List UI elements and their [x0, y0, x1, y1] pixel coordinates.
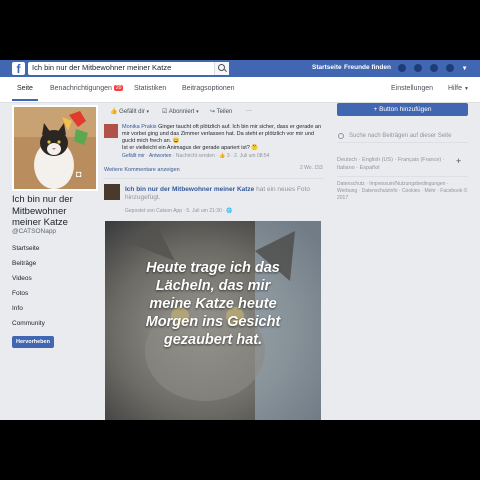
- page-left-nav: Startseite Beiträge Videos Fotos Info Co…: [12, 245, 45, 335]
- page-handle[interactable]: @CATSONapp: [12, 228, 56, 235]
- caption-line: gezaubert hat.: [163, 332, 263, 348]
- comment-reply-count: 153: [314, 165, 323, 171]
- thinking-emoji-icon: 🤔: [251, 145, 259, 151]
- caption-line: Morgen ins Gesicht: [145, 314, 281, 330]
- share-button[interactable]: ↪ Teilen: [210, 108, 232, 115]
- footer-links[interactable]: Datenschutz · Impressum/Nutzungsbedingun…: [337, 181, 468, 202]
- caption-line: Lächeln, das mir: [155, 278, 271, 294]
- search-posts-input[interactable]: Suche nach Beiträgen auf dieser Seite: [337, 130, 468, 143]
- camera-icon[interactable]: ◘: [76, 169, 81, 179]
- tab-notifications-label: Benachrichtigungen: [50, 85, 112, 92]
- image-caption: Heute trage ich das Lächeln, das mir mei…: [105, 259, 321, 349]
- subscribed-label: Abonniert: [168, 109, 195, 115]
- search-input[interactable]: Ich bin nur der Mitbewohner meiner Katze: [28, 62, 228, 75]
- left-nav-photos[interactable]: Fotos: [12, 290, 45, 305]
- divider: [337, 176, 468, 177]
- comment-date[interactable]: 2. Juli um 08:54: [234, 153, 269, 159]
- comment-like-link[interactable]: Gefällt mir: [122, 153, 145, 159]
- like-thumb-icon: 👍: [110, 109, 118, 115]
- profile-picture[interactable]: ◘: [12, 105, 98, 191]
- subscribed-button[interactable]: ☑ Abonniert ▾: [162, 108, 199, 115]
- nav-find-friends[interactable]: Freunde finden: [344, 64, 391, 71]
- comment-line-2: Ist er vielleicht ein Animagus der gerad…: [122, 145, 250, 151]
- post-title: Ich bin nur der Mitbewohner meiner Katze…: [125, 186, 323, 202]
- liked-label: Gefällt dir: [119, 109, 145, 115]
- nav-home[interactable]: Startseite: [312, 64, 342, 71]
- caption-line: Heute trage ich das: [146, 260, 280, 276]
- active-tab-indicator: [12, 99, 38, 101]
- comment-meta: Gefällt mir · Antworten · Nachricht send…: [122, 153, 270, 159]
- help-icon[interactable]: [446, 64, 454, 72]
- more-options-icon[interactable]: ···: [246, 108, 252, 114]
- facebook-logo-icon[interactable]: f: [12, 62, 25, 76]
- left-nav-community[interactable]: Community: [12, 320, 45, 335]
- page-title: Ich bin nur der Mitbewohner meiner Katze: [12, 194, 73, 228]
- caption-line: meine Katze heute: [149, 296, 277, 312]
- reaction-icon: 👍: [219, 153, 226, 159]
- tab-help[interactable]: Hilfe ▼: [448, 85, 469, 92]
- language-links[interactable]: Deutsch · English (US) · Français (Franc…: [337, 156, 455, 172]
- page-avatar[interactable]: [104, 184, 120, 200]
- comment-reply-link[interactable]: Antworten: [149, 153, 172, 159]
- post-photo[interactable]: Heute trage ich das Lächeln, das mir mei…: [105, 221, 321, 420]
- more-comments-link[interactable]: Weitere Kommentare anzeigen: [104, 167, 180, 173]
- laugh-emoji-icon: 😄: [172, 138, 180, 144]
- globe-icon: 🌐: [226, 208, 233, 214]
- account-menu-icon[interactable]: ▾: [463, 64, 466, 72]
- comment: Monika Prakis Ginger taucht oft plötzlic…: [104, 124, 324, 171]
- notifications-badge: 20: [113, 85, 124, 92]
- tab-post-options[interactable]: Beitragsoptionen: [182, 85, 235, 92]
- share-icon: ↪: [210, 109, 216, 115]
- comment-age-value: 2 Wo.: [300, 165, 313, 171]
- search-button[interactable]: [214, 62, 229, 75]
- send-message-link[interactable]: Nachricht senden: [176, 153, 215, 159]
- top-bar: f Ich bin nur der Mitbewohner meiner Kat…: [0, 60, 480, 77]
- messages-icon[interactable]: [414, 64, 422, 72]
- tab-page[interactable]: Seite: [17, 85, 33, 92]
- page-tab-bar: Seite Benachrichtigungen 20 Statistiken B…: [0, 77, 480, 103]
- add-language-icon[interactable]: +: [456, 156, 461, 166]
- comment-text: Monika Prakis Ginger taucht oft plötzlic…: [122, 124, 322, 152]
- promote-button[interactable]: Hervorheben: [12, 336, 54, 348]
- commenter-name[interactable]: Monika Prakis: [122, 124, 157, 130]
- notifications-icon[interactable]: [430, 64, 438, 72]
- add-button[interactable]: + Button hinzufügen: [337, 103, 468, 116]
- liked-button[interactable]: 👍 Gefällt dir ▾: [110, 108, 149, 115]
- comment-age: 2 Wo. 153: [300, 165, 323, 171]
- commenter-avatar[interactable]: [104, 124, 118, 138]
- reaction-count: 3: [226, 153, 230, 159]
- tab-settings[interactable]: Einstellungen: [391, 85, 433, 92]
- search-posts-placeholder: Suche nach Beiträgen auf dieser Seite: [349, 133, 452, 139]
- left-nav-posts[interactable]: Beiträge: [12, 260, 45, 275]
- search-icon: [338, 133, 344, 139]
- friend-requests-icon[interactable]: [398, 64, 406, 72]
- tab-statistics[interactable]: Statistiken: [134, 85, 166, 92]
- divider: [104, 178, 324, 179]
- cat-profile-image: [14, 107, 96, 189]
- share-label: Teilen: [216, 109, 233, 115]
- tab-help-label: Hilfe: [448, 85, 463, 92]
- facebook-page-screen: f Ich bin nur der Mitbewohner meiner Kat…: [0, 60, 480, 420]
- left-nav-videos[interactable]: Videos: [12, 275, 45, 290]
- post-meta: Gepostet von Catson App · 5. Juli um 21:…: [125, 208, 232, 214]
- rss-icon: ☑: [162, 109, 168, 115]
- left-nav-home[interactable]: Startseite: [12, 245, 45, 260]
- post-meta-text: Gepostet von Catson App · 5. Juli um 21:…: [125, 208, 225, 214]
- post-page-name[interactable]: Ich bin nur der Mitbewohner meiner Katze: [125, 186, 254, 193]
- tab-notifications[interactable]: Benachrichtigungen 20: [50, 85, 124, 92]
- search-input-value: Ich bin nur der Mitbewohner meiner Katze: [32, 63, 172, 72]
- left-nav-info[interactable]: Info: [12, 305, 45, 320]
